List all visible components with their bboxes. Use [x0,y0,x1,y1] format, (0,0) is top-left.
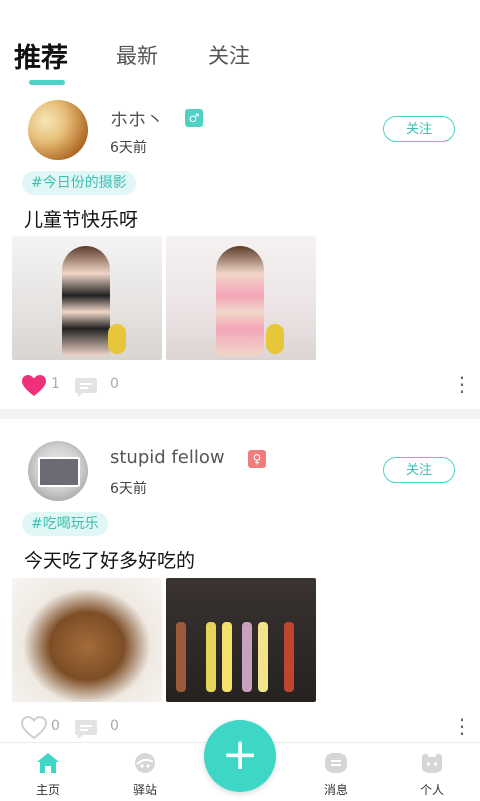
photo-skewer [242,622,252,692]
photo-subject [62,246,110,356]
nav-station[interactable]: 驿站 [110,751,180,798]
station-icon [135,753,155,773]
follow-button[interactable]: 关注 [383,457,455,483]
avatar[interactable] [28,441,88,501]
like-count: 1 [51,376,60,392]
comment-icon[interactable] [74,376,98,398]
nav-profile-label: 个人 [419,783,444,797]
comment-count: 0 [110,718,119,734]
post-photo[interactable] [12,236,162,360]
topic-tag[interactable]: #今日份的摄影 [22,171,136,195]
active-tab-indicator [29,80,65,85]
nav-profile[interactable]: 个人 [397,751,467,798]
photo-flower [266,324,284,354]
photo-skewer [206,622,216,692]
male-icon: ♂ [185,109,203,127]
post-time: 6天前 [110,481,147,497]
tab-recommend[interactable]: 推荐 [14,36,68,75]
follow-button[interactable]: 关注 [383,116,455,142]
heart-outline-icon[interactable] [21,716,47,740]
nav-messages-label: 消息 [323,783,348,797]
profile-icon [422,753,442,773]
comment-icon[interactable] [74,718,98,740]
post-photo[interactable] [166,578,316,702]
post-actions: 1 0 ⋮ [0,372,480,400]
post-caption: 儿童节快乐呀 [24,209,139,231]
more-options-icon[interactable]: ⋮ [452,372,472,396]
nav-home[interactable]: 主页 [13,751,83,798]
post-username[interactable]: stupid fellow [110,447,225,468]
avatar[interactable] [28,100,88,160]
nav-home-label: 主页 [35,783,60,797]
message-icon [325,753,347,773]
tab-following[interactable]: 关注 [208,40,250,70]
heart-filled-icon[interactable] [21,374,47,398]
photo-flower [108,324,126,354]
top-tabs: 推荐 最新 关注 [0,0,480,96]
post-time: 6天前 [110,140,147,156]
post-photo[interactable] [12,578,162,702]
tab-latest[interactable]: 最新 [116,40,158,70]
post-divider [0,409,480,419]
nav-messages[interactable]: 消息 [301,751,371,798]
post-photo[interactable] [166,236,316,360]
photo-skewer [176,622,186,692]
female-icon: ♀ [248,450,266,468]
post-caption: 今天吃了好多好吃的 [24,550,196,572]
photo-subject [216,246,264,356]
post-username[interactable]: ホホ丶 [110,106,164,132]
photo-skewer [284,622,294,692]
create-post-button[interactable]: + [204,720,276,792]
photo-skewer [258,622,268,692]
nav-station-label: 驿站 [132,783,157,797]
topic-tag[interactable]: #吃喝玩乐 [22,512,108,536]
home-icon [37,753,59,773]
like-count: 0 [51,718,60,734]
photo-skewer [222,622,232,692]
comment-count: 0 [110,376,119,392]
more-options-icon[interactable]: ⋮ [452,714,472,738]
